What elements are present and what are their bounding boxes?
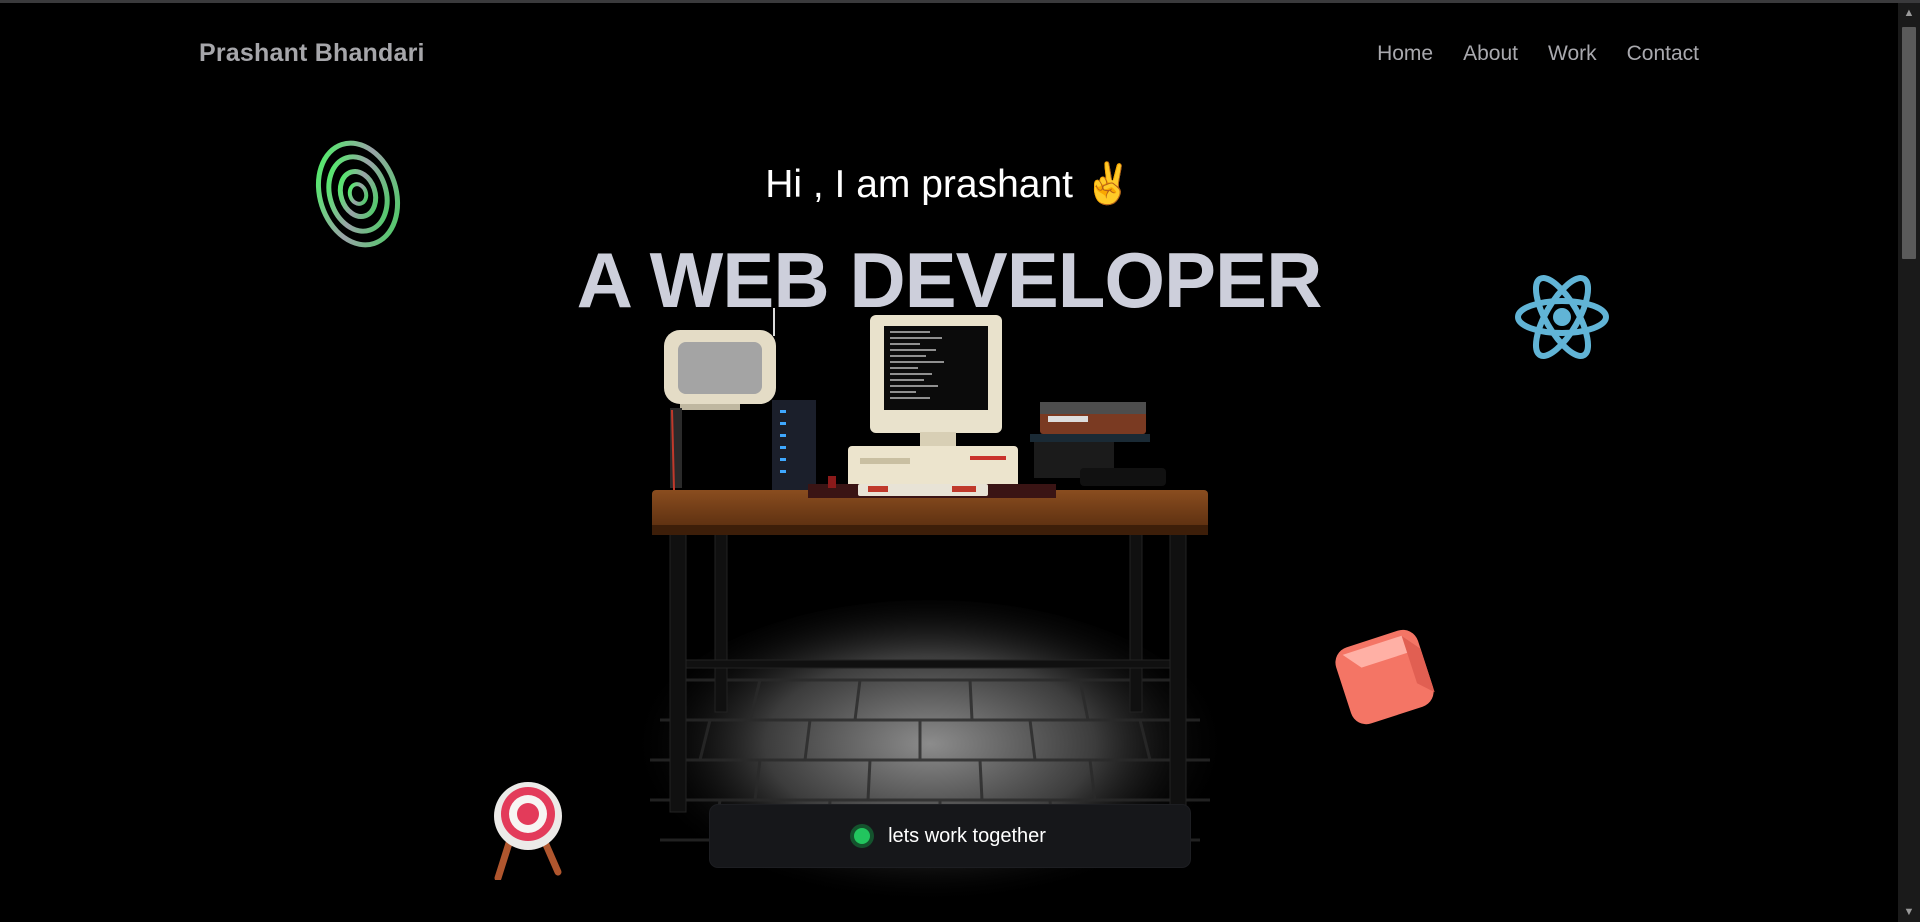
nav-contact[interactable]: Contact (1627, 42, 1699, 66)
cta-label: lets work together (888, 824, 1046, 847)
nav-work[interactable]: Work (1548, 42, 1597, 66)
victory-hand-icon: ✌️ (1082, 162, 1133, 206)
retro-computer (848, 315, 1018, 488)
brand-name[interactable]: Prashant Bhandari (199, 39, 425, 68)
navbar: Prashant Bhandari Home About Work Contac… (0, 3, 1898, 103)
scroll-up-arrow-icon[interactable]: ▲ (1898, 3, 1920, 23)
react-icon (1515, 275, 1609, 359)
target-icon (494, 782, 562, 880)
nav-home[interactable]: Home (1377, 42, 1433, 66)
hero-greeting: Hi , I am prashant ✌️ (0, 160, 1898, 207)
vertical-scrollbar[interactable]: ▲ ▼ (1898, 3, 1920, 922)
lets-work-together-button[interactable]: lets work together (710, 805, 1190, 867)
scrollbar-thumb[interactable] (1902, 27, 1916, 259)
nav-about[interactable]: About (1463, 42, 1518, 66)
nav-links: Home About Work Contact (1377, 42, 1699, 66)
status-dot-icon (854, 828, 871, 844)
scroll-down-arrow-icon[interactable]: ▼ (1898, 902, 1920, 922)
crt-tv (664, 308, 776, 410)
cube-icon (1335, 629, 1435, 725)
greeting-text: Hi , I am prashant (765, 163, 1073, 206)
vintage-radio (1030, 402, 1166, 486)
server-rack (772, 400, 816, 490)
keyboard (858, 484, 988, 496)
